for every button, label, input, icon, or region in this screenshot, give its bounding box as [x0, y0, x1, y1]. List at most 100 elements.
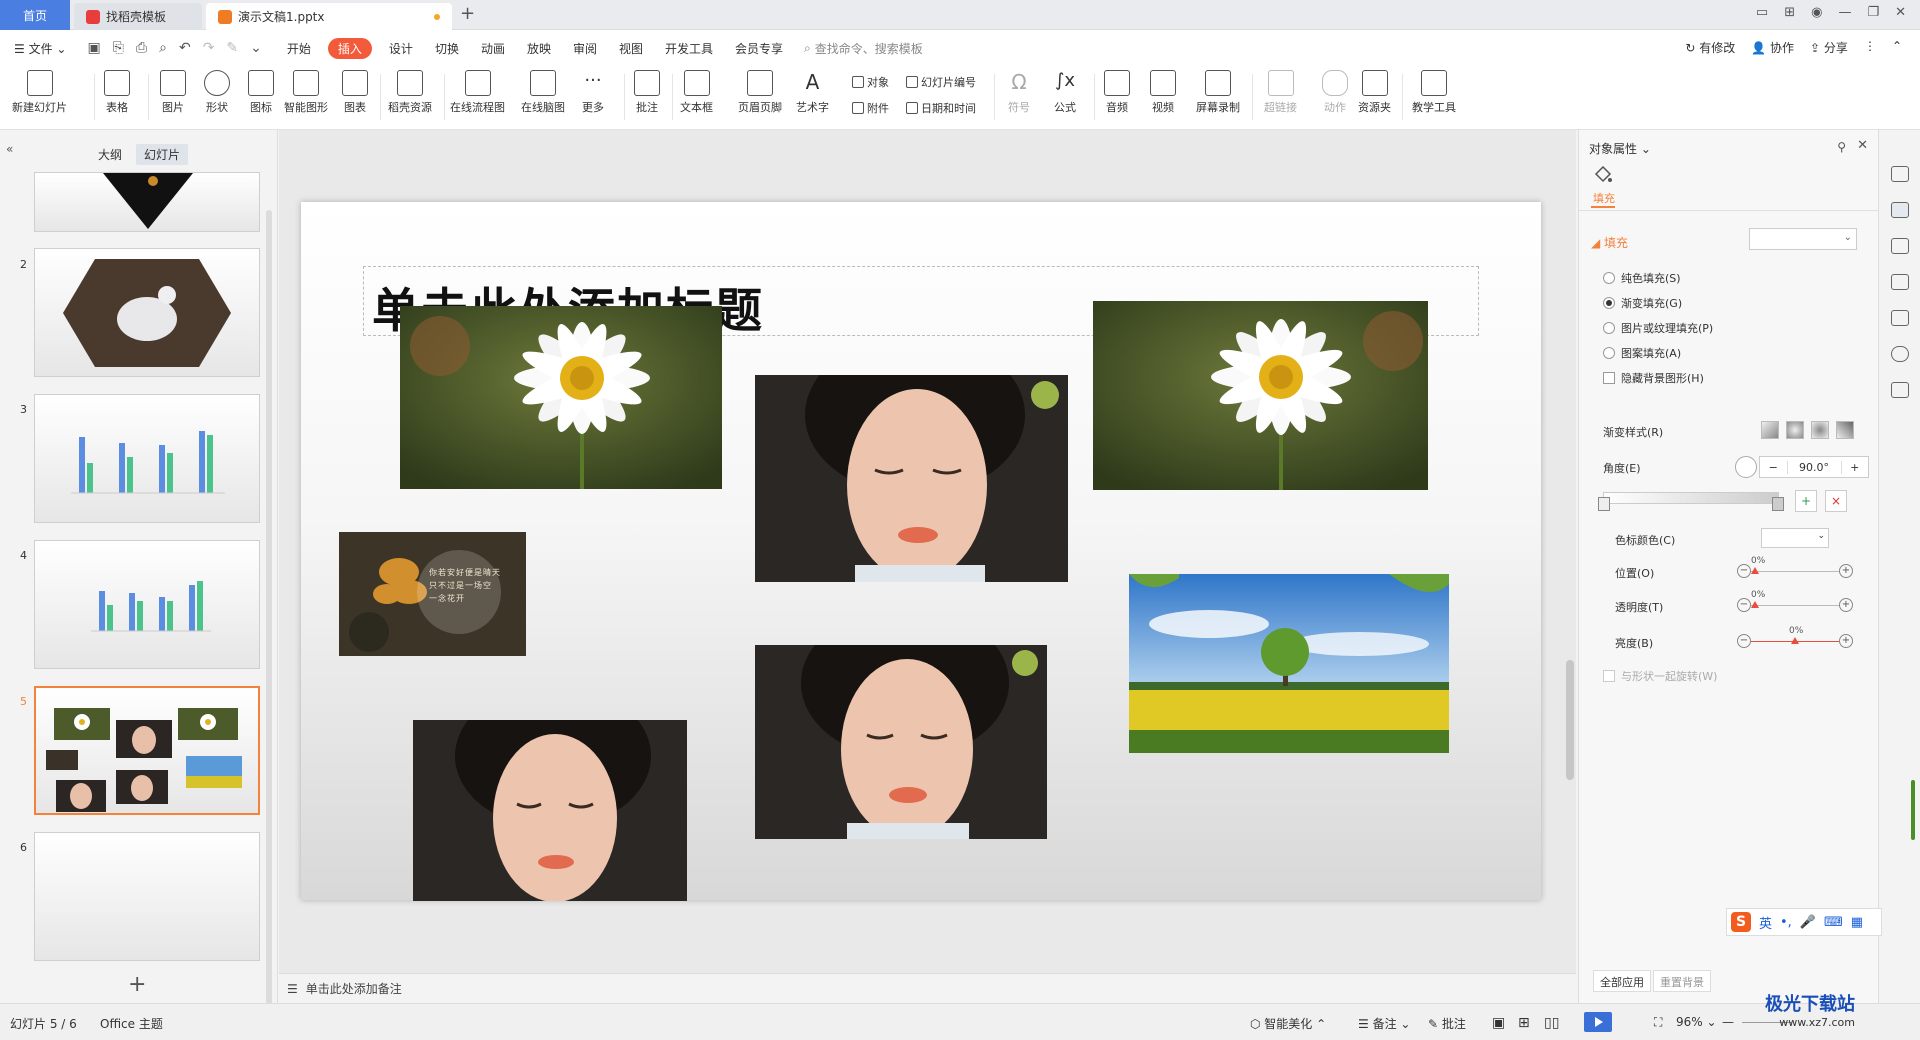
resource-folder-button[interactable]: 资源夹: [1358, 70, 1391, 115]
tab-home[interactable]: 首页: [0, 0, 70, 30]
format-painter-icon[interactable]: ✎: [226, 40, 238, 56]
slider-knob[interactable]: [1751, 601, 1759, 608]
minimize-icon[interactable]: —: [1838, 5, 1851, 20]
textbox-button[interactable]: 文本框: [680, 70, 713, 115]
punctuation-icon[interactable]: •,: [1780, 915, 1792, 930]
daisy-image-2[interactable]: [1093, 301, 1428, 490]
menu-file[interactable]: ☰ 文件 ⌄: [0, 40, 77, 57]
new-tab-icon[interactable]: +: [460, 3, 475, 24]
tab-outline[interactable]: 大纲: [90, 144, 130, 165]
position-slider[interactable]: − 0% +: [1737, 556, 1853, 580]
gradient-style-option[interactable]: [1836, 421, 1854, 439]
symbol-button[interactable]: Ω 符号: [1006, 70, 1032, 115]
play-slideshow-button[interactable]: [1584, 1012, 1612, 1032]
minus-icon[interactable]: −: [1737, 598, 1751, 612]
notes-toggle-button[interactable]: ☰ 备注 ⌄: [1358, 1015, 1410, 1032]
slide-thumbnail-2[interactable]: [34, 248, 260, 377]
image-edit-icon[interactable]: [1891, 310, 1909, 326]
icon-button[interactable]: 图标: [248, 70, 274, 115]
grid-apps-icon[interactable]: ⊞: [1784, 5, 1795, 20]
theme-name[interactable]: Office 主题: [100, 1015, 163, 1032]
autumn-leaf-image[interactable]: 你若安好便是晴天 只不过是一场空 一念花开: [339, 532, 526, 656]
minus-icon[interactable]: −: [1760, 461, 1787, 474]
pin-icon[interactable]: ⚲: [1837, 140, 1846, 154]
slide-number-button[interactable]: 幻灯片编号: [906, 74, 976, 90]
slide-thumbnail-3[interactable]: [34, 394, 260, 523]
delete-stop-icon[interactable]: ×: [1825, 490, 1847, 512]
gradient-style-option[interactable]: [1786, 421, 1804, 439]
tab-fill[interactable]: 填充: [1593, 190, 1615, 206]
portrait-image-3[interactable]: [413, 720, 687, 901]
add-stop-icon[interactable]: +: [1795, 490, 1817, 512]
brightness-slider[interactable]: − 0% +: [1737, 626, 1853, 650]
menu-developer[interactable]: 开发工具: [654, 40, 724, 57]
collapse-panel-icon[interactable]: «: [6, 142, 13, 156]
slider-knob[interactable]: [1751, 567, 1759, 574]
close-panel-icon[interactable]: ✕: [1857, 138, 1868, 153]
modified-button[interactable]: ↻ 有修改: [1685, 39, 1735, 56]
collaborate-button[interactable]: 👤 协作: [1751, 39, 1794, 56]
fill-section-header[interactable]: ◢ 填充: [1591, 234, 1628, 251]
header-footer-button[interactable]: 页眉页脚: [738, 70, 782, 115]
slider-knob[interactable]: [1791, 637, 1799, 644]
more-menu-icon[interactable]: ⋮: [1864, 39, 1876, 56]
docer-resource-button[interactable]: 稻壳资源: [388, 70, 432, 115]
menu-transition[interactable]: 切换: [424, 40, 470, 57]
reading-view-icon[interactable]: ▯▯: [1544, 1015, 1559, 1031]
book-icon[interactable]: [1891, 382, 1909, 398]
radio-gradient-fill[interactable]: 渐变填充(G): [1603, 295, 1682, 311]
properties-icon[interactable]: [1891, 202, 1909, 218]
add-slide-icon[interactable]: +: [128, 972, 146, 997]
new-slide-button[interactable]: 新建幻灯片: [12, 70, 67, 115]
minus-icon[interactable]: −: [1737, 564, 1751, 578]
preview-icon[interactable]: ⌕: [159, 40, 167, 56]
hide-background-checkbox[interactable]: 隐藏背景图形(H): [1603, 370, 1704, 386]
table-button[interactable]: 表格: [104, 70, 130, 115]
export-pdf-icon[interactable]: ⎘: [113, 40, 124, 56]
landscape-image[interactable]: [1129, 574, 1449, 753]
attachment-button[interactable]: 附件: [852, 100, 889, 116]
transparency-slider[interactable]: − 0% +: [1737, 590, 1853, 614]
menu-start[interactable]: 开始: [276, 40, 322, 57]
video-button[interactable]: 视频: [1150, 70, 1176, 115]
menu-review[interactable]: 审阅: [562, 40, 608, 57]
undo-icon[interactable]: ↶: [179, 40, 191, 56]
rocket-icon[interactable]: [1891, 166, 1909, 182]
teaching-tools-button[interactable]: 教学工具: [1412, 70, 1456, 115]
thumbnail-scrollbar[interactable]: [266, 210, 272, 1010]
compass-icon[interactable]: [1891, 346, 1909, 362]
angle-value[interactable]: 90.0°: [1786, 460, 1842, 474]
ime-toolbar[interactable]: S 英 •, 🎤 ⌨ ▦: [1726, 908, 1882, 936]
angle-dial-icon[interactable]: [1735, 456, 1757, 478]
avatar[interactable]: ◉: [1811, 5, 1822, 20]
radio-pattern-fill[interactable]: 图案填充(A): [1603, 345, 1681, 361]
radio-solid-fill[interactable]: 纯色填充(S): [1603, 270, 1681, 286]
plus-icon[interactable]: +: [1839, 634, 1853, 648]
shape-button[interactable]: 形状: [204, 70, 230, 115]
print-icon[interactable]: ⎙: [136, 40, 147, 56]
normal-view-icon[interactable]: ▣: [1492, 1015, 1505, 1031]
zoom-out-icon[interactable]: —: [1722, 1015, 1734, 1029]
flowchart-button[interactable]: 在线流程图: [450, 70, 505, 115]
formula-button[interactable]: ∫x 公式: [1052, 70, 1078, 115]
screen-record-button[interactable]: 屏幕录制: [1196, 70, 1240, 115]
radio-picture-fill[interactable]: 图片或纹理填充(P): [1603, 320, 1713, 336]
daisy-image-1[interactable]: [400, 306, 722, 489]
menu-insert[interactable]: 插入: [327, 37, 372, 59]
rotate-with-shape-checkbox[interactable]: 与形状一起旋转(W): [1603, 668, 1717, 684]
gradient-style-option[interactable]: [1761, 421, 1779, 439]
notes-bar[interactable]: ☰ 单击此处添加备注: [279, 973, 1576, 1003]
menu-member[interactable]: 会员专享: [724, 40, 794, 57]
keyboard-icon[interactable]: ⌨: [1824, 915, 1843, 930]
tab-find-template[interactable]: 找稻壳模板: [74, 3, 202, 30]
datetime-button[interactable]: 日期和时间: [906, 100, 976, 116]
slide-sorter-icon[interactable]: ⊞: [1518, 1015, 1530, 1031]
quick-access-dropdown-icon[interactable]: ⌄: [250, 40, 262, 56]
gradient-stop-bar[interactable]: [1598, 492, 1784, 511]
notes-placeholder[interactable]: 单击此处添加备注: [306, 980, 402, 997]
microphone-icon[interactable]: 🎤: [1800, 915, 1816, 930]
minus-icon[interactable]: −: [1737, 634, 1751, 648]
action-button[interactable]: 动作: [1322, 70, 1348, 115]
slide-thumbnail-6[interactable]: [34, 832, 260, 961]
tab-slides[interactable]: 幻灯片: [136, 144, 189, 165]
